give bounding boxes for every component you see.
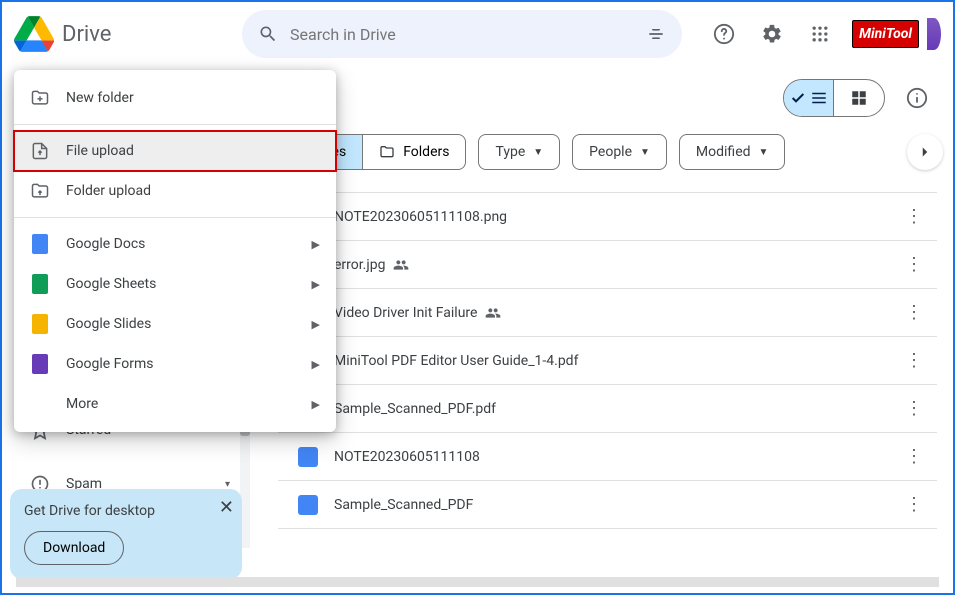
chevron-right-icon: ▶ [312,238,320,251]
file-name: Sample_Scanned_PDF [334,497,899,513]
search-input[interactable] [290,25,634,44]
menu-google-sheets[interactable]: Google Sheets▶ [14,264,336,304]
folder-icon [379,144,395,160]
search-bar[interactable] [242,10,682,58]
drive-desktop-promo: ✕ Get Drive for desktop Download [10,489,242,579]
shared-icon [393,257,409,273]
info-button[interactable] [897,78,937,118]
brand-badge: MiniTool [852,20,919,48]
chips-scroll-right[interactable] [907,134,943,170]
new-folder-icon [30,88,50,108]
file-more-button[interactable]: ⋮ [899,254,929,275]
menu-google-forms[interactable]: Google Forms▶ [14,344,336,384]
drive-logo-icon [14,14,54,54]
horizontal-scrollbar[interactable] [16,577,939,587]
gear-icon [761,23,783,45]
content-area: e Files [258,66,953,593]
chevron-down-icon: ▼ [533,147,543,158]
chip-modified[interactable]: Modified▼ [679,134,786,170]
apps-button[interactable] [800,14,840,54]
file-name: NOTE20230605111108.png [334,209,899,225]
menu-file-upload[interactable]: File upload [14,131,336,171]
app-name: Drive [62,22,111,47]
grid-view-button[interactable] [834,80,884,116]
chevron-right-icon: ▶ [312,358,320,371]
file-more-button[interactable]: ⋮ [899,446,929,467]
docs-icon [32,234,48,254]
file-more-button[interactable]: ⋮ [899,206,929,227]
top-bar: Drive MiniTool [2,2,953,66]
file-name: Video Driver Init Failure [334,305,899,321]
grid-icon [850,89,868,107]
slides-icon [32,314,48,334]
folder-upload-icon [30,181,50,201]
menu-google-slides[interactable]: Google Slides▶ [14,304,336,344]
file-row[interactable]: NOTE20230605111108.png ⋮ [278,193,937,241]
logo-area[interactable]: Drive [14,14,234,54]
file-name: NOTE20230605111108 [334,449,899,465]
chevron-down-icon: ▾ [225,479,230,490]
file-row[interactable]: Sample_Scanned_PDF ⋮ [278,481,937,529]
download-button[interactable]: Download [24,531,124,565]
file-list: NOTE20230605111108.png ⋮error.jpg ⋮Video… [278,192,937,529]
settings-button[interactable] [752,14,792,54]
forms-icon [32,354,48,374]
menu-folder-upload[interactable]: Folder upload [14,171,336,211]
chevron-down-icon: ▼ [759,147,769,158]
view-toggle [783,79,885,117]
chevron-right-icon [916,143,934,161]
search-options-icon[interactable] [646,24,666,44]
chip-folders[interactable]: Folders [363,135,465,169]
list-view-button[interactable] [784,80,834,116]
file-more-button[interactable]: ⋮ [899,494,929,515]
file-name: MiniTool PDF Editor User Guide_1-4.pdf [334,353,899,369]
top-icons: MiniTool [704,14,941,54]
help-button[interactable] [704,14,744,54]
chevron-right-icon: ▶ [312,278,320,291]
chevron-down-icon: ▼ [640,147,650,158]
menu-more[interactable]: More▶ [14,384,336,424]
file-name: Sample_Scanned_PDF.pdf [334,401,899,417]
help-icon [713,23,735,45]
file-more-button[interactable]: ⋮ [899,302,929,323]
promo-text: Get Drive for desktop [24,503,228,519]
gdoc-icon [298,447,318,467]
file-row[interactable]: NOTE20230605111108 ⋮ [278,433,937,481]
chip-people[interactable]: People▼ [572,134,667,170]
filter-chips: Files Folders Type▼ People▼ Modified▼ [278,134,937,170]
file-row[interactable]: Video Driver Init Failure ⋮ [278,289,937,337]
file-name: error.jpg [334,257,899,273]
menu-new-folder[interactable]: New folder [14,78,336,118]
shared-icon [485,305,501,321]
check-icon [790,90,806,106]
chip-type[interactable]: Type▼ [478,134,560,170]
file-row[interactable]: PDFSample_Scanned_PDF.pdf ⋮ [278,385,937,433]
promo-close-button[interactable]: ✕ [219,497,234,518]
info-icon [906,87,928,109]
file-row[interactable]: PDFMiniTool PDF Editor User Guide_1-4.pd… [278,337,937,385]
sheets-icon [32,274,48,294]
search-icon [258,24,278,44]
list-icon [810,89,828,107]
file-upload-icon [30,141,50,161]
file-more-button[interactable]: ⋮ [899,398,929,419]
new-menu: New folder File upload Folder upload Goo… [14,70,336,432]
chevron-right-icon: ▶ [312,398,320,411]
menu-google-docs[interactable]: Google Docs▶ [14,224,336,264]
file-more-button[interactable]: ⋮ [899,350,929,371]
file-row[interactable]: error.jpg ⋮ [278,241,937,289]
chevron-right-icon: ▶ [312,318,320,331]
gdoc-icon [298,495,318,515]
apps-icon [810,24,830,44]
avatar[interactable] [927,18,941,50]
